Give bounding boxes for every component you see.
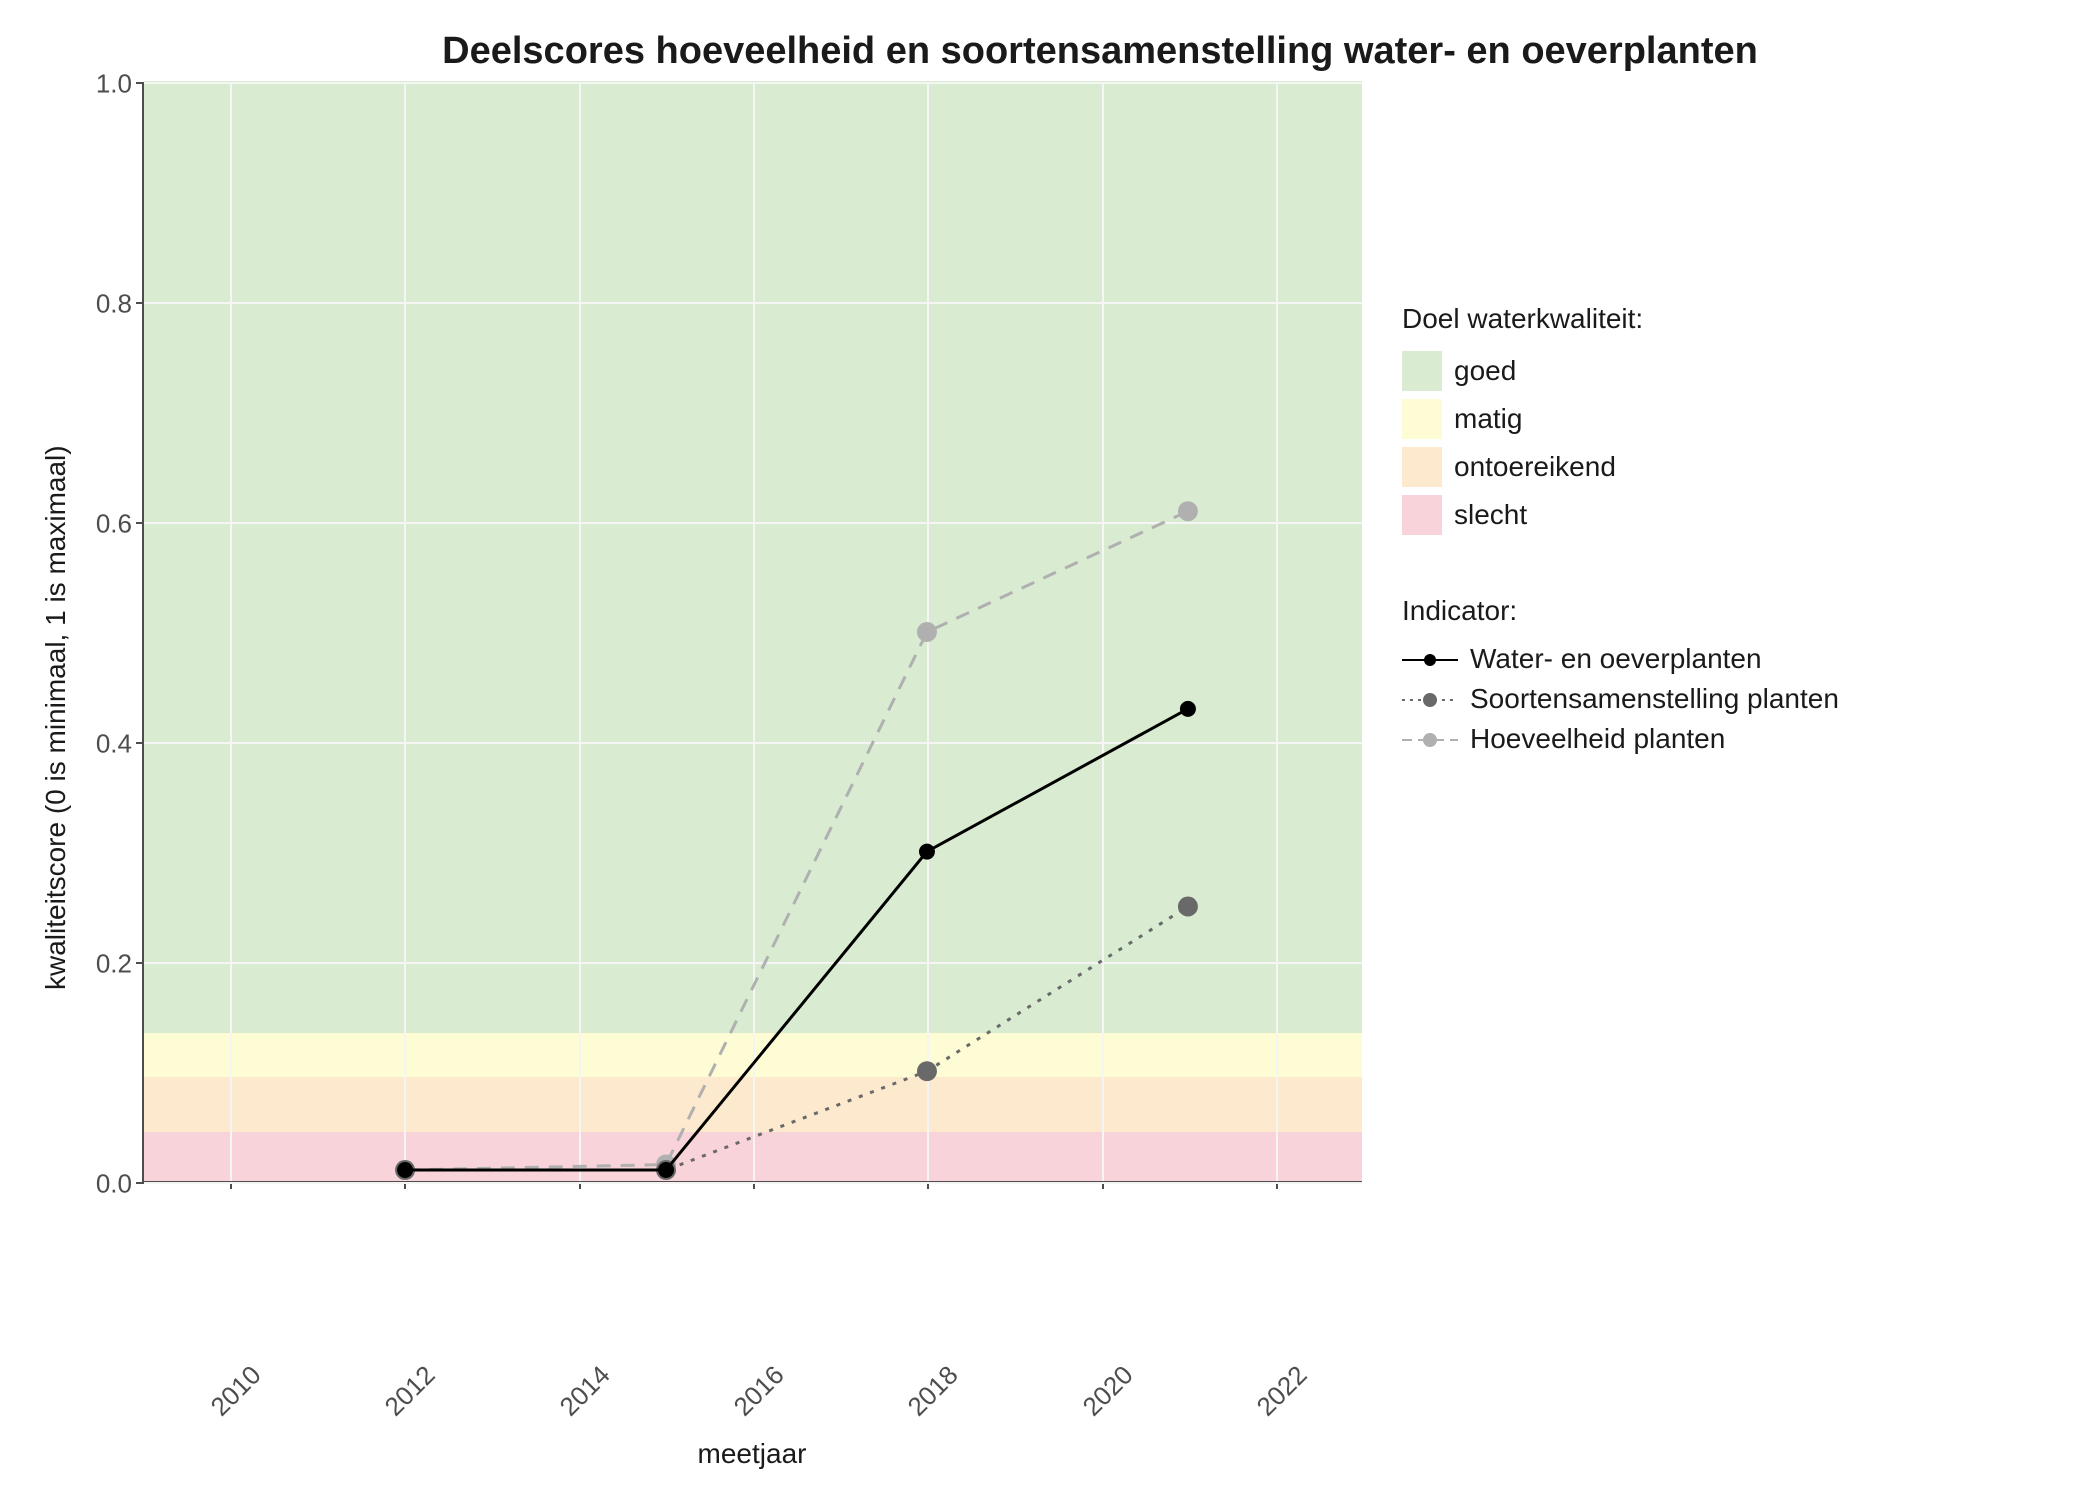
legend-item-ontoereikend: ontoereikend (1402, 447, 1839, 487)
swatch-goed (1402, 351, 1442, 391)
swatch-slecht (1402, 495, 1442, 535)
legend-label: Water- en oeverplanten (1470, 643, 1762, 675)
yaxis-row: kwaliteitscore (0 is minimaal, 1 is maxi… (30, 83, 1362, 1352)
y-tick-label: 0.6 (96, 509, 132, 540)
legend-label: ontoereikend (1454, 451, 1616, 483)
legend-bands-block: Doel waterkwaliteit: goed matig ontoerei… (1402, 303, 1839, 535)
legend-item-soort: Soortensamenstelling planten (1402, 683, 1839, 715)
legend-series-title: Indicator: (1402, 595, 1839, 627)
y-tick-label: 0.8 (96, 289, 132, 320)
legend-bands-title: Doel waterkwaliteit: (1402, 303, 1839, 335)
legend-label: goed (1454, 355, 1516, 387)
legend-label: Soortensamenstelling planten (1470, 683, 1839, 715)
chart-main-row: kwaliteitscore (0 is minimaal, 1 is maxi… (30, 83, 2070, 1470)
legend-label: Hoeveelheid planten (1470, 723, 1725, 755)
y-tick-label: 1.0 (96, 69, 132, 100)
x-tick-label: 2018 (902, 1360, 965, 1423)
x-tick-label: 2022 (1250, 1360, 1313, 1423)
chart-container: Deelscores hoeveelheid en soortensamenst… (30, 30, 2070, 1470)
legend-column: Doel waterkwaliteit: goed matig ontoerei… (1362, 83, 1839, 1470)
legend-item-hoeveel: Hoeveelheid planten (1402, 723, 1839, 755)
line-sample-icon (1402, 727, 1458, 751)
y-axis-label: kwaliteitscore (0 is minimaal, 1 is maxi… (30, 83, 82, 1352)
legend-item-goed: goed (1402, 351, 1839, 391)
x-tick-label: 2020 (1076, 1360, 1139, 1423)
y-ticks: 0.00.20.40.60.81.0 (82, 83, 142, 1183)
x-ticks: 2010 2012 2014 2016 2018 2020 2022 (142, 1352, 1362, 1432)
x-tick-label: 2012 (379, 1360, 442, 1423)
x-axis-label: meetjaar (142, 1432, 1362, 1470)
legend-label: matig (1454, 403, 1522, 435)
legend-label: slecht (1454, 499, 1527, 531)
y-tick-label: 0.4 (96, 729, 132, 760)
line-sample-icon (1402, 687, 1458, 711)
line-sample-icon (1402, 647, 1458, 671)
legend-item-water-oever: Water- en oeverplanten (1402, 643, 1839, 675)
plot-area (142, 83, 1362, 1183)
x-tick-label: 2014 (553, 1360, 616, 1423)
legend-series-block: Indicator: Water- en oeverplanten Soorte… (1402, 595, 1839, 755)
legend-item-slecht: slecht (1402, 495, 1839, 535)
plot-column: kwaliteitscore (0 is minimaal, 1 is maxi… (30, 83, 1362, 1470)
x-tick-label: 2010 (205, 1360, 268, 1423)
x-tick-label: 2016 (728, 1360, 791, 1423)
chart-title: Deelscores hoeveelheid en soortensamenst… (30, 30, 2070, 83)
y-tick-label: 0.2 (96, 949, 132, 980)
swatch-ontoereikend (1402, 447, 1442, 487)
legend-item-matig: matig (1402, 399, 1839, 439)
swatch-matig (1402, 399, 1442, 439)
y-tick-label: 0.0 (96, 1169, 132, 1200)
